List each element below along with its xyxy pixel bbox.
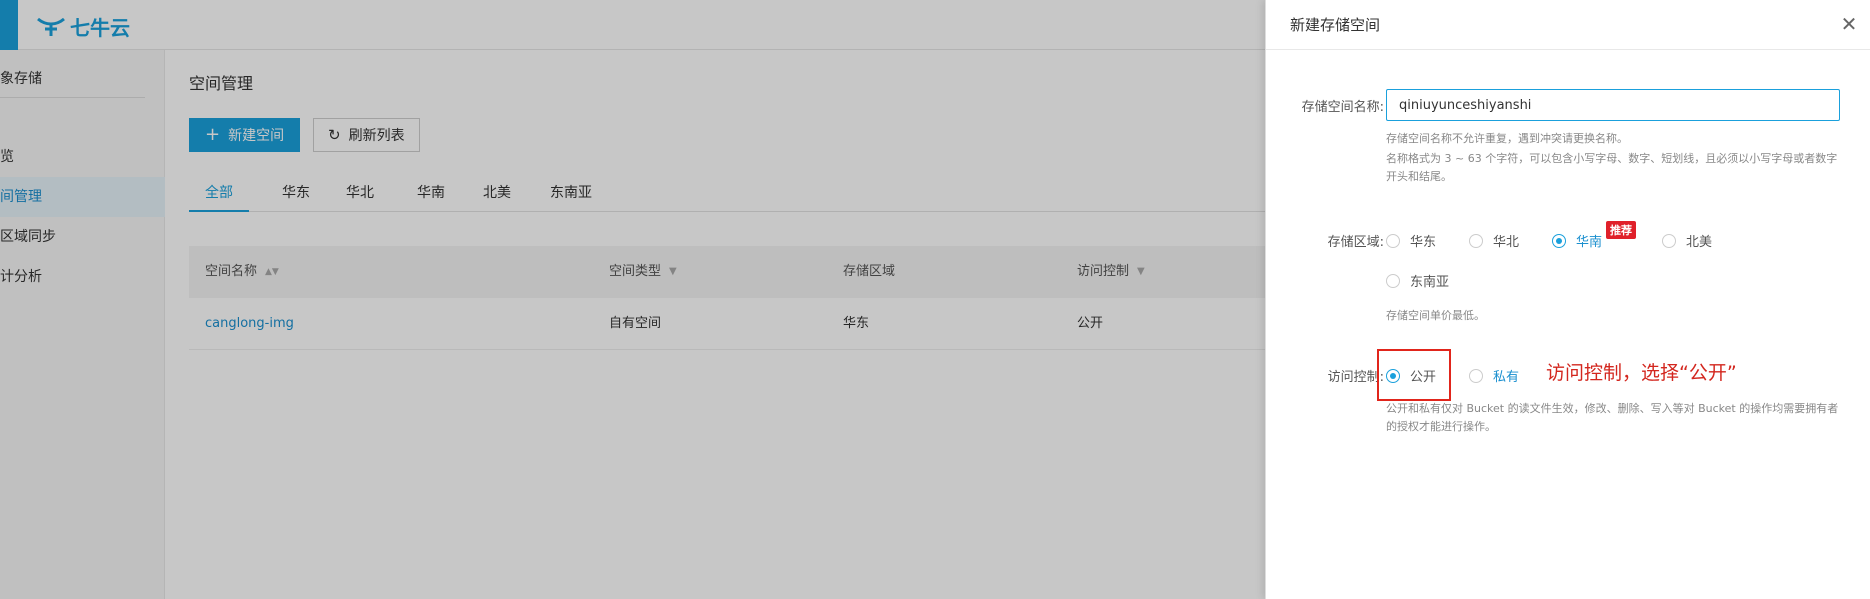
bucket-name-input[interactable]	[1386, 89, 1840, 121]
radio-circle	[1386, 233, 1400, 248]
region-help: 存储空间单价最低。	[1386, 309, 1485, 322]
annotation-highlight-box	[1377, 349, 1451, 401]
drawer-title: 新建存储空间	[1290, 16, 1381, 34]
bucket-name-label: 存储空间名称:	[1301, 100, 1384, 115]
annotation-text: 访问控制，选择“公开”	[1546, 362, 1737, 384]
region-radio-north-america[interactable]: 北美	[1662, 231, 1712, 250]
region-radio-southeast-asia[interactable]: 东南亚	[1386, 271, 1449, 290]
access-control-label: 访问控制:	[1327, 370, 1384, 385]
radio-circle	[1469, 368, 1483, 383]
radio-circle	[1662, 233, 1676, 248]
create-bucket-drawer: 新建存储空间 ✕ 存储空间名称: 存储空间名称不允许重复，遇到冲突请更换名称。 …	[1265, 0, 1870, 599]
radio-circle	[1386, 273, 1400, 288]
access-control-help: 公开和私有仅对 Bucket 的读文件生效，修改、删除、写入等对 Bucket …	[1386, 402, 1839, 433]
region-radio-south-china[interactable]: 华南	[1552, 231, 1602, 250]
radio-circle	[1552, 233, 1566, 248]
drawer-header: 新建存储空间 ✕	[1266, 0, 1870, 50]
close-icon[interactable]: ✕	[1839, 14, 1859, 34]
bucket-name-help-1: 存储空间名称不允许重复，遇到冲突请更换名称。	[1386, 132, 1628, 145]
region-radio-north-china[interactable]: 华北	[1469, 231, 1519, 250]
region-label: 存储区域:	[1327, 235, 1384, 250]
modal-overlay[interactable]	[0, 0, 1265, 599]
radio-circle	[1469, 233, 1483, 248]
region-radio-east-china[interactable]: 华东	[1386, 231, 1436, 250]
access-radio-private[interactable]: 私有	[1469, 366, 1519, 385]
bucket-name-help-2: 名称格式为 3 ~ 63 个字符，可以包含小写字母、数字、短划线，且必须以小写字…	[1386, 152, 1838, 183]
recommend-badge: 推荐	[1606, 221, 1636, 239]
